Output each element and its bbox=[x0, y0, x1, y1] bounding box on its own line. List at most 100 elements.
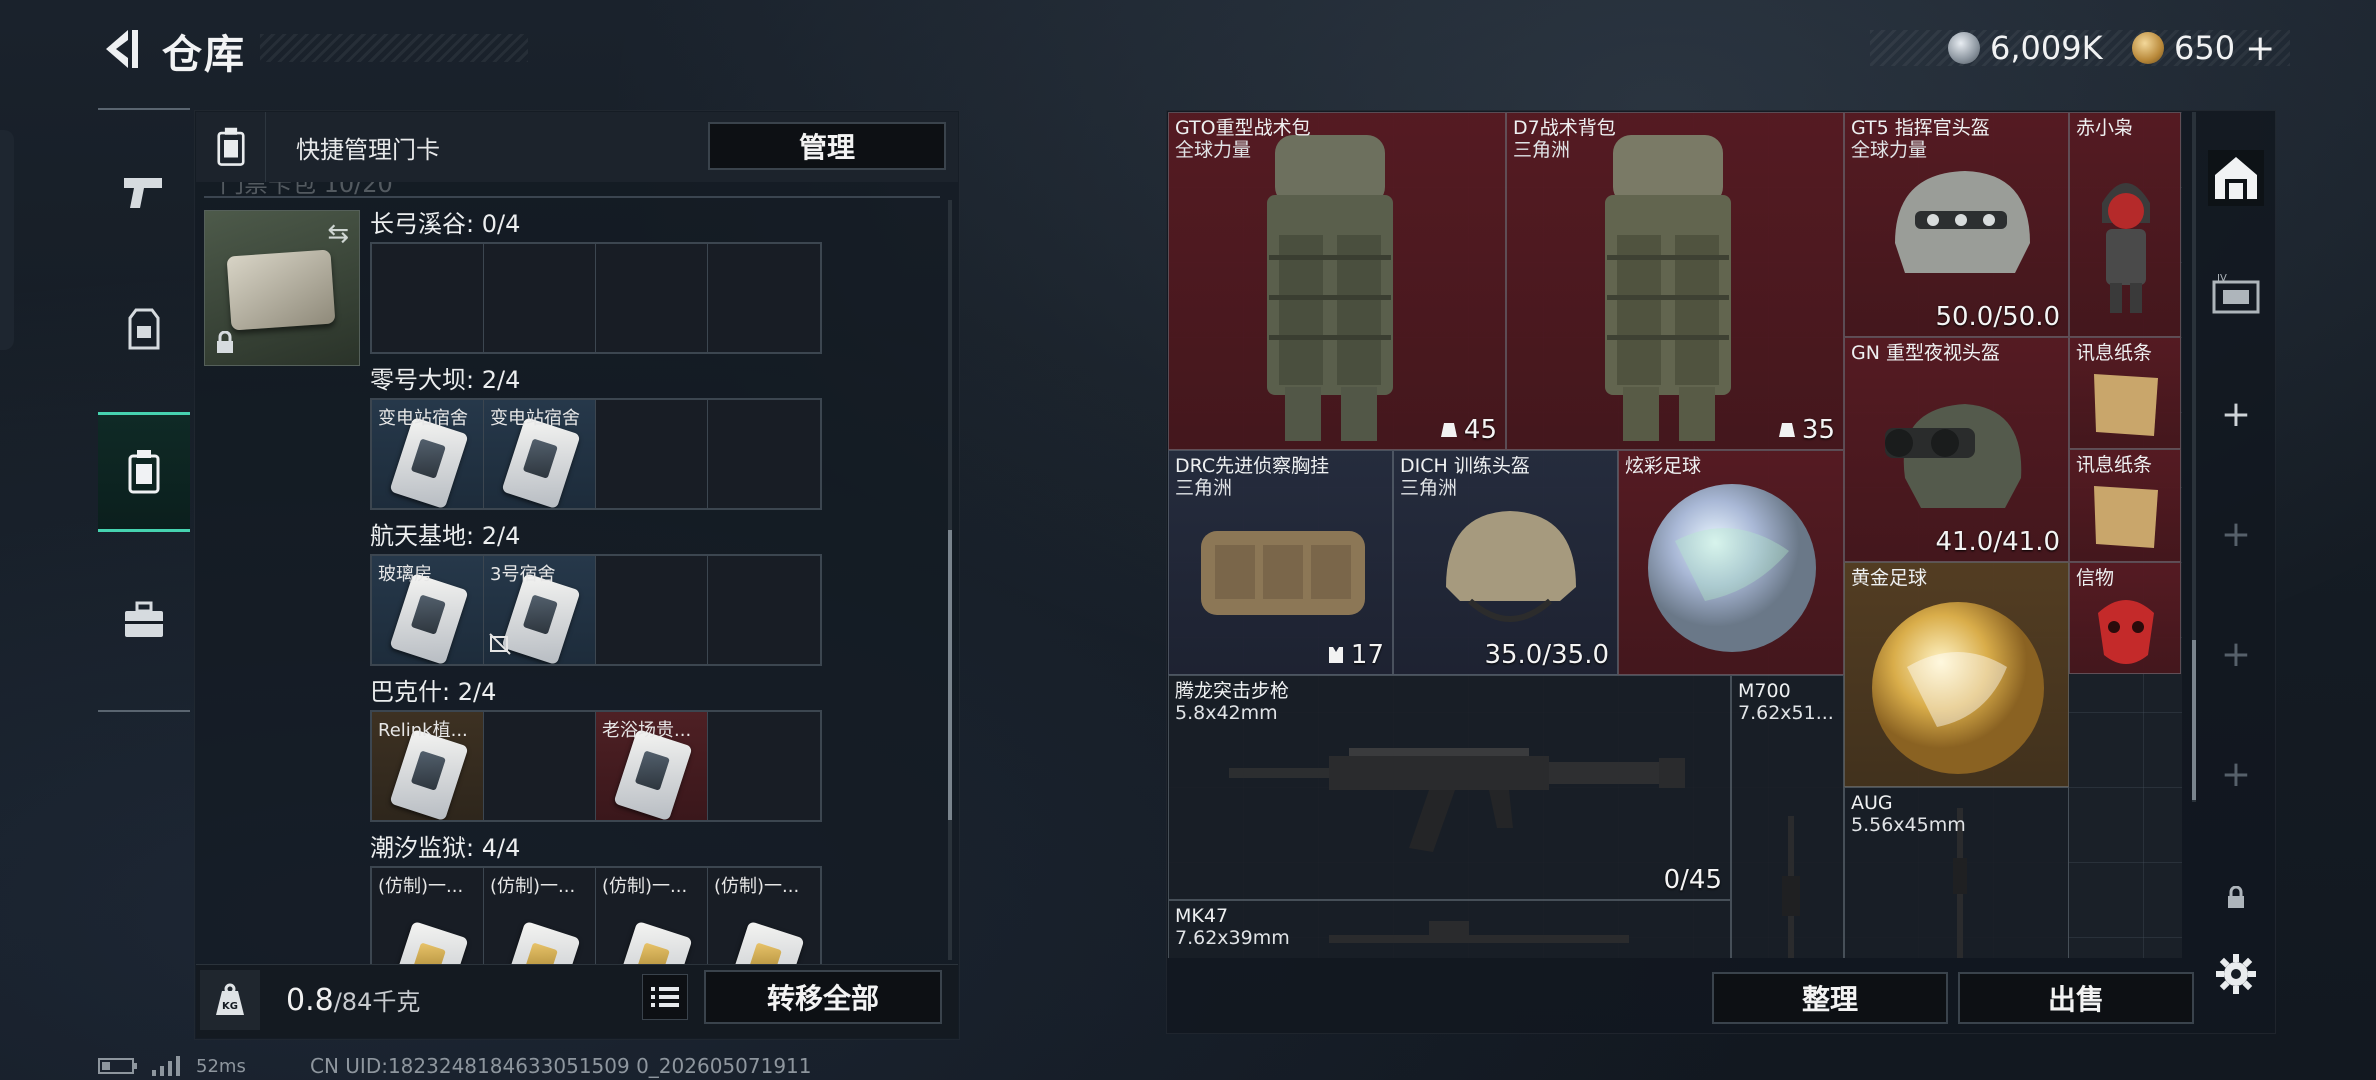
swap-icon[interactable]: ⇆ bbox=[327, 219, 349, 249]
keycard-slot-empty[interactable] bbox=[596, 400, 708, 508]
pistol-icon bbox=[124, 178, 162, 208]
nav-keycards[interactable] bbox=[98, 412, 190, 532]
gold-currency[interactable]: 650 + bbox=[2132, 26, 2275, 70]
stash-item-note[interactable]: 讯息纸条 bbox=[2069, 337, 2181, 449]
keycard-slot-filled[interactable]: (仿制)一... bbox=[596, 868, 708, 976]
edge-handle[interactable] bbox=[0, 130, 14, 350]
keycard-scrollbar-thumb[interactable] bbox=[948, 530, 952, 820]
stash-item-token[interactable]: 信物 bbox=[2069, 562, 2181, 674]
nav-equipment[interactable] bbox=[98, 270, 190, 390]
expansion-box-icon[interactable]: IV bbox=[2208, 266, 2264, 322]
item-name: GTO重型战术包 bbox=[1175, 117, 1311, 139]
keycard-slot-filled[interactable]: 玻璃房 bbox=[372, 556, 484, 664]
settings-icon[interactable] bbox=[2208, 946, 2264, 1002]
red-mask-image bbox=[2098, 600, 2154, 664]
item-name: 炫彩足球 bbox=[1625, 455, 1702, 477]
stash-item-drc-rig[interactable]: DRC先进侦察胸挂 三角洲 17 bbox=[1168, 450, 1393, 675]
sniper-rifle-image bbox=[1782, 816, 1800, 958]
keycard-slot-empty[interactable] bbox=[596, 244, 708, 352]
stash-scrollbar-thumb[interactable] bbox=[2192, 640, 2196, 800]
durability-icon bbox=[1778, 423, 1795, 437]
keycard-label: (仿制)一... bbox=[602, 876, 688, 897]
manage-button[interactable]: 管理 bbox=[708, 122, 946, 170]
item-name: GN 重型夜视头盔 bbox=[1851, 342, 2000, 364]
add-tab-icon[interactable]: + bbox=[2208, 626, 2264, 682]
stash-item-gto-pack[interactable]: GTO重型战术包 全球力量 45 bbox=[1168, 112, 1506, 450]
keycard-slot-filled[interactable]: Relink植... bbox=[372, 712, 484, 820]
list-icon bbox=[651, 987, 679, 1007]
keycard-slot-empty[interactable] bbox=[596, 556, 708, 664]
transfer-all-button[interactable]: 转移全部 bbox=[704, 970, 942, 1024]
add-tab-icon[interactable]: + bbox=[2208, 386, 2264, 442]
keycard-slot-empty[interactable] bbox=[372, 244, 484, 352]
add-currency-icon[interactable]: + bbox=[2245, 28, 2275, 69]
item-name: 腾龙突击步枪 bbox=[1175, 680, 1290, 702]
sell-button[interactable]: 出售 bbox=[1958, 972, 2194, 1024]
keycard-slot-empty[interactable] bbox=[708, 556, 820, 664]
page-title: 仓库 bbox=[162, 32, 246, 78]
nav-briefcase[interactable] bbox=[98, 560, 190, 680]
stash-item-m700[interactable]: M700 7.62x51... bbox=[1731, 675, 1844, 958]
sort-button[interactable]: 整理 bbox=[1712, 972, 1948, 1024]
lock-icon bbox=[215, 330, 235, 359]
keycard-slot-filled[interactable]: 变电站宿舍 bbox=[372, 400, 484, 508]
keycard-slot-filled[interactable]: 3号宿舍 bbox=[484, 556, 596, 664]
keycard-slot-filled[interactable]: 老浴场贵... bbox=[596, 712, 708, 820]
stash-item-dich-helmet[interactable]: DICH 训练头盔 三角洲 35.0/35.0 bbox=[1393, 450, 1618, 675]
stash-item-aug[interactable]: AUG 5.56x45mm bbox=[1844, 787, 2069, 958]
keycard-image bbox=[501, 416, 581, 508]
keycard-case-icon bbox=[128, 450, 160, 494]
stash-item-tenglong-rifle[interactable]: 腾龙突击步枪 5.8x42mm 0/45 bbox=[1168, 675, 1731, 900]
keycard-slot-filled[interactable]: (仿制)一... bbox=[372, 868, 484, 976]
helmet-image bbox=[1446, 511, 1576, 622]
item-name: DRC先进侦察胸挂 bbox=[1175, 455, 1330, 477]
back-arrow-icon[interactable] bbox=[98, 24, 144, 74]
keycard-label: 玻璃房 bbox=[378, 564, 432, 585]
item-faction: 三角洲 bbox=[1400, 477, 1458, 499]
weight-icon: KG bbox=[200, 970, 260, 1030]
keycard-slot-filled[interactable]: (仿制)一... bbox=[484, 868, 596, 976]
stash-item-color-ball[interactable]: 炫彩足球 bbox=[1618, 450, 1844, 675]
stash-item-note[interactable]: 讯息纸条 bbox=[2069, 449, 2181, 562]
tactical-backpack-image bbox=[1267, 135, 1393, 441]
nav-weapons[interactable] bbox=[98, 132, 190, 252]
item-faction: 全球力量 bbox=[1175, 139, 1252, 161]
keycard-slot-empty[interactable] bbox=[708, 244, 820, 352]
svg-text:IV: IV bbox=[2217, 273, 2227, 284]
stash-item-gn-helmet[interactable]: GN 重型夜视头盔 41.0/41.0 bbox=[1844, 337, 2069, 562]
lock-icon[interactable] bbox=[2208, 870, 2264, 926]
keycard-slot-empty[interactable] bbox=[708, 400, 820, 508]
stash-item-mk47[interactable]: MK47 7.62x39mm bbox=[1168, 900, 1731, 958]
svg-text:KG: KG bbox=[222, 1001, 238, 1012]
keycard-slot-row: Relink植... 老浴场贵... bbox=[370, 710, 822, 822]
keycard-slot-empty[interactable] bbox=[484, 712, 596, 820]
status-bar: 52ms bbox=[98, 1052, 246, 1080]
keycard-slot-filled[interactable]: (仿制)一... bbox=[708, 868, 820, 976]
section-title: 潮汐监狱: 4/4 bbox=[370, 834, 521, 862]
stash-item-gold-ball[interactable]: 黄金足球 bbox=[1844, 562, 2069, 787]
stash-tab-column: IV + + + + bbox=[2200, 130, 2272, 1030]
keycard-label: (仿制)一... bbox=[378, 876, 464, 897]
stash-item-d7-pack[interactable]: D7战术背包 三角洲 35 bbox=[1506, 112, 1844, 450]
item-faction: 全球力量 bbox=[1851, 139, 1928, 161]
stash-home-icon[interactable] bbox=[2208, 150, 2264, 206]
weight-current: 0.8 bbox=[286, 983, 334, 1018]
keycard-slot-filled[interactable]: 变电站宿舍 bbox=[484, 400, 596, 508]
keycard-label: 变电站宿舍 bbox=[378, 408, 468, 429]
item-durability: 41.0/41.0 bbox=[1935, 527, 2060, 557]
keycard-label: 老浴场贵... bbox=[602, 720, 692, 741]
silver-currency[interactable]: 6,009K bbox=[1948, 26, 2103, 70]
keycard-slot-empty[interactable] bbox=[708, 712, 820, 820]
keycard-case-slot[interactable]: ⇆ bbox=[204, 210, 360, 366]
paper-note-image bbox=[2094, 374, 2158, 436]
stash-item-red-owl[interactable]: 赤小枭 bbox=[2069, 112, 2181, 337]
list-view-button[interactable] bbox=[642, 974, 688, 1020]
add-tab-icon[interactable]: + bbox=[2208, 506, 2264, 562]
keycard-image bbox=[389, 572, 469, 664]
add-tab-icon[interactable]: + bbox=[2208, 746, 2264, 802]
title-decoration bbox=[260, 34, 528, 62]
gold-amount: 650 bbox=[2174, 29, 2236, 67]
keycard-slot-empty[interactable] bbox=[484, 244, 596, 352]
item-name: 黄金足球 bbox=[1851, 567, 1928, 589]
stash-item-gt5-helmet[interactable]: GT5 指挥官头盔 全球力量 50.0/50.0 bbox=[1844, 112, 2069, 337]
